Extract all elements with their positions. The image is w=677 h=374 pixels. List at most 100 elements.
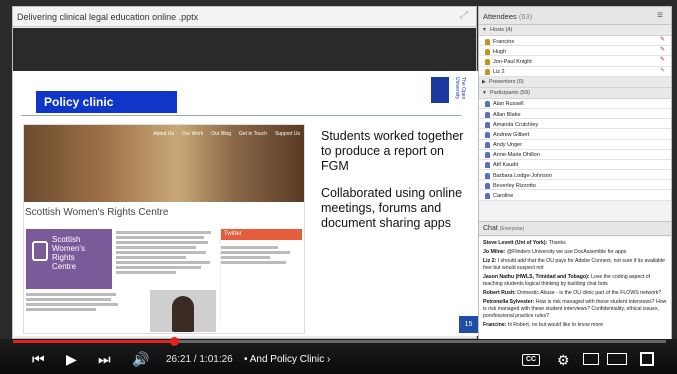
chapter-title[interactable]: • And Policy Clinic › [244, 354, 330, 365]
previous-icon[interactable]: ⏮ [32, 352, 45, 366]
participant-row[interactable]: Andrew Gilbert [479, 129, 671, 140]
attendees-header: Attendees (63) ≡ [479, 7, 671, 25]
participant-row[interactable]: Beverley Rizzotto [479, 180, 671, 191]
chat-author: Francine: [483, 322, 507, 328]
menu-icon[interactable]: ≡ [657, 10, 663, 21]
host-row[interactable]: Jon-Paul Knight ✎ [479, 56, 671, 67]
website-nav-item: Our Blog [211, 131, 231, 137]
participants-label: Participants (59) [489, 89, 530, 96]
participants-section-header[interactable]: ▼ Participants (59) [479, 87, 671, 99]
open-university-logo-text: The Open University [454, 77, 466, 100]
participant-name: Allan Blake [493, 111, 521, 118]
theater-mode-icon[interactable] [607, 353, 627, 365]
participant-name: Anne-Marie Dhillon [493, 152, 540, 159]
chat-message: Jo Milne: @Flinders University we use Do… [483, 249, 667, 256]
expand-arrow-icon: ▶ [482, 78, 486, 85]
participant-icon [485, 162, 490, 169]
gear-icon[interactable]: ⚙ [557, 352, 570, 369]
volume-icon[interactable]: 🔊 [132, 352, 149, 366]
video-frame: Delivering clinical legal education onli… [0, 0, 677, 374]
participant-icon [485, 182, 490, 189]
website-nav-item: Get in Touch [239, 131, 267, 137]
chat-author: Jo Milne: [483, 249, 506, 255]
fullscreen-icon[interactable] [640, 352, 654, 366]
website-screenshot: About Us Our Work Our Blog Get in Touch … [23, 124, 305, 334]
participant-row[interactable]: Andy Unger [479, 139, 671, 150]
progress-bar[interactable] [13, 337, 666, 346]
website-logo-text: Scottish Women's Rights Centre [52, 235, 85, 271]
collapse-icon: ▼ [482, 89, 487, 96]
participant-name: Alan Russell [493, 101, 524, 108]
participant-icon [485, 111, 490, 118]
chat-author: Robert Rush: [483, 290, 516, 296]
progress-scrubber[interactable] [169, 337, 179, 346]
participant-icon [485, 193, 490, 200]
participant-row[interactable]: Anne-Marie Dhillon [479, 149, 671, 160]
microphone-icon: ✎ [660, 37, 666, 43]
progress-fill [13, 340, 174, 343]
chat-author: Petronella Sylvester: [483, 299, 535, 305]
chat-header: Chat (Everyone) [479, 221, 671, 236]
share-dark-area [13, 28, 476, 76]
host-row[interactable]: Francine ✎ [479, 36, 671, 47]
hosts-label: Hosts (4) [489, 27, 513, 33]
participant-name: Barbara Lodge-Johnson [493, 172, 553, 179]
chat-scope: (Everyone) [499, 226, 525, 232]
host-name: Jon-Paul Knight [493, 58, 532, 65]
chat-message: Petronella Sylvester: How is risk manage… [483, 299, 667, 320]
participant-name: Beverley Rizzotto [493, 182, 536, 189]
expand-icon[interactable]: ⤢ [460, 11, 470, 21]
chat-text: Domestic Abuse - is the OU clinic part o… [515, 290, 662, 296]
chat-text: I should add that the OU pays for Adobe … [483, 258, 665, 271]
participant-row[interactable]: Allan Blake [479, 108, 671, 120]
participant-name: Caroline [493, 193, 514, 200]
next-icon[interactable]: ⏭ [98, 352, 111, 366]
participant-row[interactable]: Amanda Crutchley [479, 119, 671, 130]
slide-title: Policy clinic [36, 91, 177, 113]
participant-name: Andrew Gilbert [493, 131, 530, 138]
presentation-slide: Policy clinic The Open University About … [13, 71, 478, 336]
participant-row[interactable]: Alan Russell [479, 98, 671, 109]
player-controls: ⏮ ▶ ⏭ 🔊 26:21 / 1:01:26 • And Policy Cli… [0, 337, 677, 374]
time-display: 26:21 / 1:01:26 [166, 354, 233, 365]
participant-row[interactable]: Caroline [479, 190, 671, 201]
host-icon [485, 38, 490, 45]
chat-message: Liz 2: I should add that the OU pays for… [483, 258, 667, 272]
attendees-chat-panel: Attendees (63) ≡ ▼ Hosts (4) Francine ✎ H… [478, 6, 672, 340]
chat-text: Thanks [547, 240, 566, 246]
participant-name: Andy Unger [493, 142, 523, 149]
presenter-silhouette [172, 296, 194, 332]
presenter-webcam [150, 290, 216, 332]
play-icon[interactable]: ▶ [66, 352, 77, 366]
presenters-section-header[interactable]: ▶ Presenters (0) [479, 76, 671, 88]
participant-icon [485, 131, 490, 138]
host-name: Francine [493, 38, 515, 45]
chat-message: Steve Levett (Uni of York): Thanks [483, 240, 667, 247]
slide-paragraph: Collaborated using online meetings, foru… [321, 186, 463, 230]
participant-row[interactable]: Atif Kaudri [479, 159, 671, 171]
host-row[interactable]: Hugh ✎ [479, 46, 671, 57]
chat-messages: Steve Levett (Uni of York): Thanks Jo Mi… [479, 237, 671, 340]
chat-author: Steve Levett (Uni of York): [483, 240, 548, 246]
miniplayer-icon[interactable] [583, 353, 599, 365]
hosts-section-header[interactable]: ▼ Hosts (4) [479, 25, 671, 36]
chat-author: Jason Nathu (HWLS, Trinidad and Tobago): [483, 274, 590, 280]
microphone-icon: ✎ [660, 57, 666, 64]
logo-icon [32, 241, 48, 261]
website-logo: Scottish Women's Rights Centre [26, 229, 112, 289]
host-row[interactable]: Liz 2 ✎ [479, 66, 671, 77]
host-icon [485, 58, 490, 65]
website-sidebar: Twitter [220, 229, 302, 325]
participant-icon [485, 152, 490, 159]
open-university-logo [431, 77, 449, 103]
participant-icon [485, 172, 490, 179]
host-name: Liz 2 [493, 69, 505, 76]
presenters-label: Presenters (0) [488, 78, 524, 85]
slide-divider [21, 115, 461, 116]
participant-row[interactable]: Barbara Lodge-Johnson [479, 170, 671, 181]
website-lower-text [26, 291, 126, 331]
chat-message: Robert Rush: Domestic Abuse - is the OU … [483, 290, 667, 297]
participant-icon [485, 101, 490, 108]
captions-button[interactable]: CC [522, 354, 540, 366]
website-nav: About Us Our Work Our Blog Get in Touch … [153, 131, 300, 137]
